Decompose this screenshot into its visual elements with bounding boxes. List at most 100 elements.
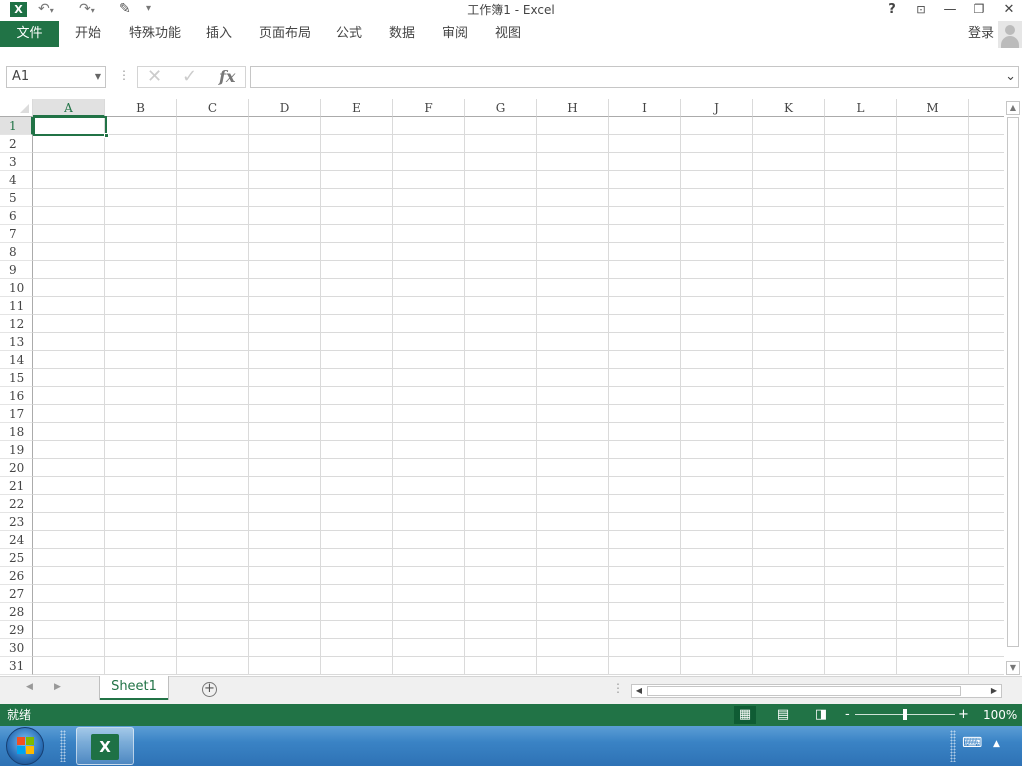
row-header-24[interactable]: 24 [0,531,33,549]
row-header-10[interactable]: 10 [0,279,33,297]
name-box[interactable]: A1 ▼ [6,66,106,88]
cancel-icon[interactable]: ✕ [147,67,162,87]
row-header-21[interactable]: 21 [0,477,33,495]
row-header-17[interactable]: 17 [0,405,33,423]
column-header-a[interactable]: A [33,99,105,117]
tray-grip-icon[interactable] [950,730,956,762]
normal-view-icon[interactable]: ▦ [734,706,756,724]
column-header-h[interactable]: H [537,99,609,117]
minimize-button[interactable]: — [940,1,960,18]
keyboard-icon[interactable]: ⌨ [962,735,982,751]
row-header-14[interactable]: 14 [0,351,33,369]
row-header-22[interactable]: 22 [0,495,33,513]
scroll-right-icon[interactable]: ▶ [987,685,1001,697]
worksheet-grid[interactable]: ABCDEFGHIJKLM 1 2 3 4 5 6 7 8 9 10 11 12 13 14 15 16 17 1… [0,99,1004,675]
column-header-d[interactable]: D [249,99,321,117]
row-header-13[interactable]: 13 [0,333,33,351]
row-header-18[interactable]: 18 [0,423,33,441]
start-button[interactable] [6,727,44,765]
row-header-11[interactable]: 11 [0,297,33,315]
show-hidden-icons-icon[interactable]: ▲ [993,739,1000,749]
fill-handle[interactable] [104,133,109,138]
tab-view[interactable]: 视图 [495,21,521,47]
zoom-out-button[interactable]: - [845,706,850,724]
expand-formula-bar-icon[interactable]: ⌄ [1005,69,1016,84]
column-header-k[interactable]: K [753,99,825,117]
row-header-30[interactable]: 30 [0,639,33,657]
row-header-16[interactable]: 16 [0,387,33,405]
column-header-m[interactable]: M [897,99,969,117]
row-header-20[interactable]: 20 [0,459,33,477]
tab-review[interactable]: 审阅 [442,21,468,47]
cell-area[interactable] [33,117,1004,675]
add-sheet-icon[interactable]: + [202,682,217,697]
previous-sheet-icon[interactable]: ◀ [26,682,33,692]
horizontal-scroll-thumb[interactable] [647,686,961,696]
sheet-tab-sheet1[interactable]: Sheet1 [100,676,168,700]
scroll-up-icon[interactable]: ▲ [1006,101,1020,115]
column-header-partial[interactable] [969,99,1004,117]
row-header-26[interactable]: 26 [0,567,33,585]
zoom-slider-thumb[interactable] [903,709,907,720]
row-header-12[interactable]: 12 [0,315,33,333]
help-button[interactable]: ? [882,1,902,18]
active-cell-a1[interactable] [33,116,109,138]
tab-home[interactable]: 开始 [75,21,101,47]
page-break-preview-icon[interactable]: ◨ [810,706,832,724]
row-header-28[interactable]: 28 [0,603,33,621]
row-header-2[interactable]: 2 [0,135,33,153]
vertical-scroll-thumb[interactable] [1007,117,1019,647]
column-header-l[interactable]: L [825,99,897,117]
row-header-7[interactable]: 7 [0,225,33,243]
taskbar-grip-icon[interactable] [60,730,66,762]
enter-icon[interactable]: ✓ [182,67,197,87]
row-header-15[interactable]: 15 [0,369,33,387]
chevron-down-icon[interactable]: ▼ [95,67,101,87]
row-header-8[interactable]: 8 [0,243,33,261]
row-header-3[interactable]: 3 [0,153,33,171]
row-header-25[interactable]: 25 [0,549,33,567]
select-all-button[interactable] [0,99,33,117]
scroll-left-icon[interactable]: ◀ [632,685,646,697]
row-header-27[interactable]: 27 [0,585,33,603]
vertical-scrollbar[interactable]: ▲ ▼ [1005,99,1022,676]
column-header-b[interactable]: B [105,99,177,117]
scroll-down-icon[interactable]: ▼ [1006,661,1020,675]
zoom-level[interactable]: 100% [983,706,1017,724]
column-header-e[interactable]: E [321,99,393,117]
tab-data[interactable]: 数据 [389,21,415,47]
sign-in-link[interactable]: 登录 [968,21,994,47]
column-header-g[interactable]: G [465,99,537,117]
row-header-29[interactable]: 29 [0,621,33,639]
horizontal-scrollbar[interactable]: ◀ ▶ [631,684,1002,698]
avatar[interactable] [998,21,1022,48]
row-header-4[interactable]: 4 [0,171,33,189]
row-header-6[interactable]: 6 [0,207,33,225]
column-header-i[interactable]: I [609,99,681,117]
taskbar-excel-button[interactable]: X [76,727,134,765]
row-header-23[interactable]: 23 [0,513,33,531]
restore-button[interactable]: ❐ [969,1,989,18]
tab-page-layout[interactable]: 页面布局 [259,21,311,47]
tab-insert[interactable]: 插入 [206,21,232,47]
column-header-f[interactable]: F [393,99,465,117]
tab-formulas[interactable]: 公式 [336,21,362,47]
column-header-j[interactable]: J [681,99,753,117]
zoom-in-button[interactable]: + [958,706,969,724]
formula-input[interactable]: ⌄ [250,66,1019,88]
formula-bar-grip-icon[interactable]: ⋮ [118,68,130,82]
page-layout-view-icon[interactable]: ▤ [772,706,794,724]
row-header-9[interactable]: 9 [0,261,33,279]
insert-function-icon[interactable]: fx [219,67,235,87]
row-header-1[interactable]: 1 [0,117,33,135]
tab-file[interactable]: 文件 [0,21,59,47]
close-button[interactable]: ✕ [999,1,1019,18]
tab-special-functions[interactable]: 特殊功能 [129,21,181,47]
ribbon-display-options-button[interactable]: ⊡ [911,1,931,18]
next-sheet-icon[interactable]: ▶ [54,682,61,692]
tab-split-grip-icon[interactable]: ⋮ [612,681,624,695]
row-header-31[interactable]: 31 [0,657,33,675]
row-header-19[interactable]: 19 [0,441,33,459]
column-header-c[interactable]: C [177,99,249,117]
row-header-5[interactable]: 5 [0,189,33,207]
